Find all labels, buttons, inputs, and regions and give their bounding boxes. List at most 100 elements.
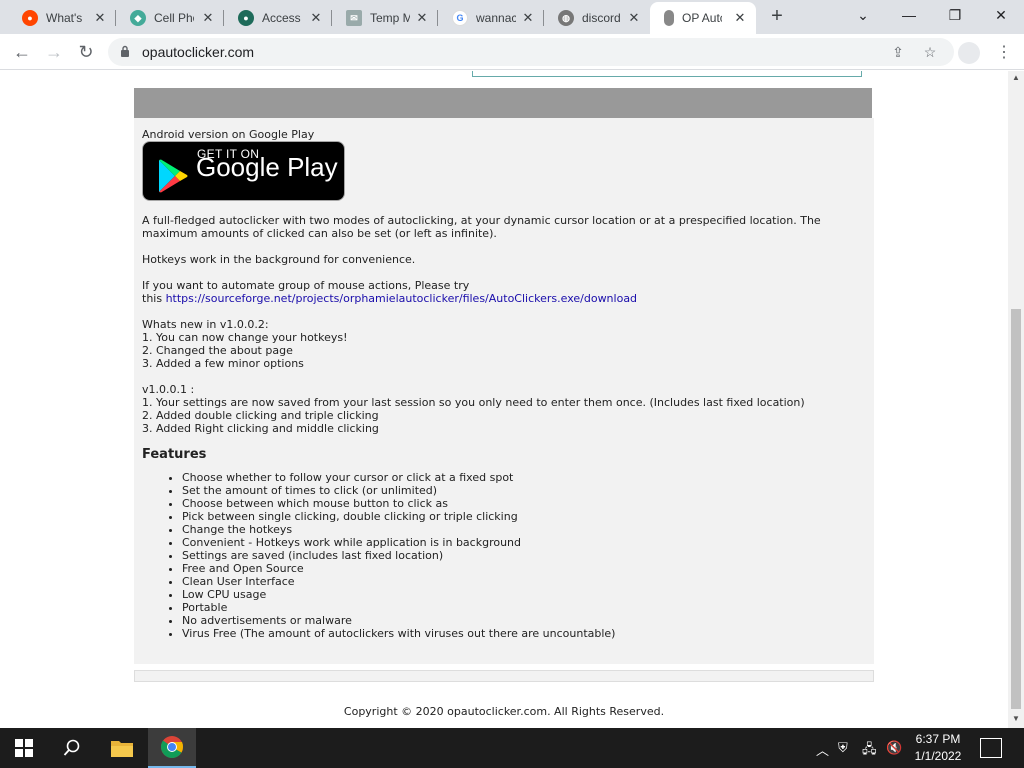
feature-item: Low CPU usage <box>182 588 866 601</box>
profile-avatar-icon[interactable] <box>958 42 980 64</box>
tab-strip: ● What's I ✕ ◆ Cell Pho ✕ ● Access d ✕ ✉… <box>0 0 1024 34</box>
new-tab-button[interactable]: + <box>765 6 789 28</box>
android-label: Android version on Google Play <box>142 128 315 141</box>
v1001-item: 3. Added Right clicking and middle click… <box>142 422 379 435</box>
close-icon[interactable]: ✕ <box>520 10 536 26</box>
feature-item: Pick between single clicking, double cli… <box>182 510 866 523</box>
tab-temp-mail[interactable]: ✉ Temp M ✕ <box>332 2 438 34</box>
page-scrollbar[interactable]: ▲ ▼ <box>1008 71 1024 728</box>
address-bar[interactable]: opautoclicker.com ⇪ ☆ <box>108 38 954 66</box>
maximize-button[interactable]: ❐ <box>932 0 978 32</box>
reddit-icon: ● <box>22 10 38 26</box>
feature-item: Set the amount of times to click (or unl… <box>182 484 866 497</box>
security-shield-icon[interactable]: ⛨ <box>838 740 848 756</box>
gray-banner <box>134 88 872 118</box>
scroll-down-arrow-icon[interactable]: ▼ <box>1012 714 1020 723</box>
lock-icon[interactable] <box>120 45 130 57</box>
google-play-badge[interactable]: GET IT ON Google Play <box>142 141 345 201</box>
cat-icon: ◆ <box>130 10 146 26</box>
copyright-text: Copyright © 2020 opautoclicker.com. All … <box>343 705 665 718</box>
feature-item: Clean User Interface <box>182 575 866 588</box>
tab-title: Access d <box>262 11 302 25</box>
whats-new-item: 2. Changed the about page <box>142 344 293 357</box>
description: A full-fledged autoclicker with two mode… <box>142 214 821 240</box>
page-viewport: Android version on Google Play GET IT ON… <box>0 71 1008 728</box>
feature-item: Choose whether to follow your cursor or … <box>182 471 866 484</box>
feature-item: Convenient - Hotkeys work while applicat… <box>182 536 866 549</box>
tab-title: OP Autc <box>682 11 722 25</box>
scroll-up-arrow-icon[interactable]: ▲ <box>1012 73 1020 82</box>
feature-item: No advertisements or malware <box>182 614 866 627</box>
tab-title: Cell Pho <box>154 11 194 25</box>
url-text[interactable]: opautoclicker.com <box>142 44 254 60</box>
network-icon[interactable]: 🖧 <box>862 740 877 762</box>
top-frame-edge <box>472 71 862 77</box>
tab-op-autoclicker[interactable]: OP Autc ✕ <box>650 2 756 34</box>
badge-store-name: Google Play <box>196 152 338 182</box>
tab-access[interactable]: ● Access d ✕ <box>224 2 332 34</box>
browser-toolbar: ← → ↻ opautoclicker.com ⇪ ☆ ⋮ <box>0 34 1024 70</box>
notification-center-icon[interactable] <box>980 738 1002 758</box>
file-explorer-button[interactable] <box>98 728 146 768</box>
tab-title: wannac <box>476 11 516 25</box>
whats-new-heading: Whats new in v1.0.0.2: <box>142 318 269 331</box>
sourceforge-link[interactable]: https://sourceforge.net/projects/orphami… <box>166 292 637 305</box>
v1001-item: 1. Your settings are now saved from your… <box>142 396 805 409</box>
close-icon[interactable]: ✕ <box>308 10 324 26</box>
google-icon: G <box>452 10 468 26</box>
tab-search-dropdown[interactable]: ⌄ <box>840 0 886 32</box>
close-icon[interactable]: ✕ <box>414 10 430 26</box>
windows-taskbar: ︿ ⛨ 🖧 🔇 6:37 PM 1/1/2022 <box>0 728 1024 768</box>
close-window-button[interactable]: ✕ <box>978 0 1024 32</box>
mail-icon: ✉ <box>346 10 362 26</box>
feature-item: Change the hotkeys <box>182 523 866 536</box>
menu-kebab-icon[interactable]: ⋮ <box>996 42 1012 64</box>
reload-button[interactable]: ↻ <box>74 40 98 64</box>
close-icon[interactable]: ✕ <box>732 10 748 26</box>
share-icon[interactable]: ⇪ <box>888 42 908 62</box>
close-icon[interactable]: ✕ <box>200 10 216 26</box>
forward-button[interactable]: → <box>42 40 66 64</box>
tab-discord[interactable]: ◍ discord ✕ <box>544 2 650 34</box>
start-button[interactable] <box>0 728 48 768</box>
feature-item: Portable <box>182 601 866 614</box>
circle-icon: ● <box>238 10 254 26</box>
close-icon[interactable]: ✕ <box>92 10 108 26</box>
back-button[interactable]: ← <box>10 40 34 64</box>
whats-new-item: 3. Added a few minor options <box>142 357 304 370</box>
bookmark-star-icon[interactable]: ☆ <box>920 42 940 62</box>
v1001-heading: v1.0.0.1 : <box>142 383 195 396</box>
whats-new-item: 1. You can now change your hotkeys! <box>142 331 348 344</box>
feature-item: Virus Free (The amount of autoclickers w… <box>182 627 866 640</box>
scrollbar-thumb[interactable] <box>1011 309 1021 709</box>
mouse-icon <box>664 10 674 26</box>
clock-time: 6:37 PM <box>915 732 961 746</box>
hotkeys-text: Hotkeys work in the background for conve… <box>142 253 416 266</box>
system-clock[interactable]: 6:37 PM 1/1/2022 <box>900 731 976 765</box>
chrome-icon <box>160 736 184 758</box>
v1001-section: v1.0.0.1 : 1. Your settings are now save… <box>142 383 866 435</box>
whats-new-section: Whats new in v1.0.0.2: 1. You can now ch… <box>142 318 866 370</box>
globe-icon: ◍ <box>558 10 574 26</box>
automate-prefix: If you want to automate group of mouse a… <box>142 279 470 292</box>
folder-icon <box>111 741 133 757</box>
footer-divider <box>134 670 874 682</box>
tab-title: What's I <box>46 11 86 25</box>
play-store-icon <box>159 159 188 193</box>
tab-cell-phone[interactable]: ◆ Cell Pho ✕ <box>116 2 224 34</box>
tab-reddit[interactable]: ● What's I ✕ <box>8 2 116 34</box>
features-list: Choose whether to follow your cursor or … <box>182 471 866 640</box>
chrome-taskbar-button[interactable] <box>148 728 196 768</box>
minimize-button[interactable]: — <box>886 0 932 32</box>
show-hidden-icons-chevron-icon[interactable]: ︿ <box>816 740 829 759</box>
clock-date: 1/1/2022 <box>914 749 962 763</box>
tab-title: Temp M <box>370 11 410 25</box>
automate-this: this <box>142 292 163 305</box>
features-heading: Features <box>142 447 207 462</box>
tab-title: discord <box>582 11 621 25</box>
search-button[interactable] <box>48 728 96 768</box>
close-icon[interactable]: ✕ <box>626 10 642 26</box>
automate-paragraph: If you want to automate group of mouse a… <box>142 279 866 305</box>
feature-item: Settings are saved (includes last fixed … <box>182 549 866 562</box>
tab-google-search[interactable]: G wannac ✕ <box>438 2 544 34</box>
